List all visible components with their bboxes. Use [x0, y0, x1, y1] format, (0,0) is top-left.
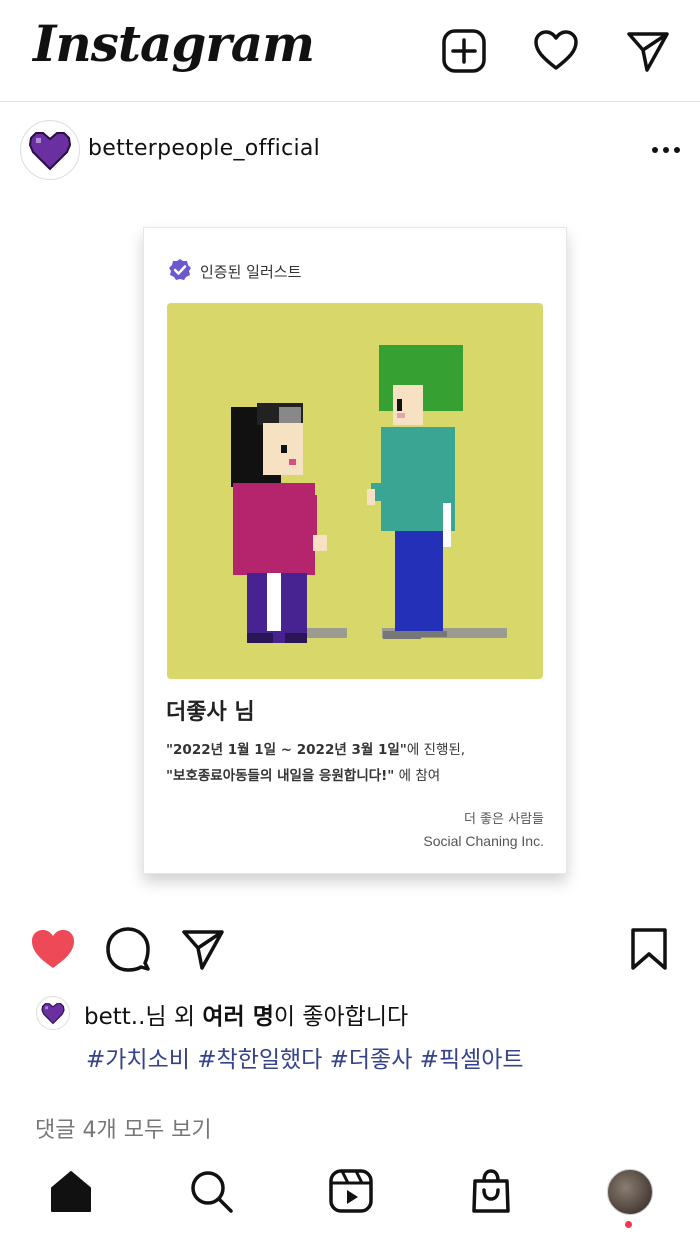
- hashtags[interactable]: #가치소비 #착한일했다 #더좋사 #픽셀아트: [86, 1040, 524, 1074]
- view-all-comments-link[interactable]: 댓글 4개 모두 보기: [35, 1112, 212, 1144]
- home-icon[interactable]: [48, 1168, 94, 1214]
- card-description-line1: "2022년 1월 1일 ~ 2022년 3월 1일"에 진행된,: [166, 738, 465, 758]
- campaign-suffix: 에 참여: [394, 768, 441, 784]
- likes-summary[interactable]: bett..님 외 여러 명이 좋아합니다: [84, 997, 408, 1031]
- notification-dot: [625, 1221, 632, 1228]
- event-period-suffix: 에 진행된,: [406, 742, 466, 758]
- pixel-art-illustration: [167, 303, 543, 679]
- likes-others-link[interactable]: 여러 명: [202, 1004, 274, 1030]
- organization-name-kr: 더 좋은 사람들: [463, 812, 544, 827]
- verified-badge-icon: [169, 259, 191, 280]
- card-description-line2: "보호종료아동들의 내일을 응원합니다!" 에 참여: [166, 764, 440, 784]
- liker-avatar[interactable]: [36, 996, 70, 1030]
- bookmark-icon[interactable]: [626, 926, 672, 972]
- top-bar: Instagram: [0, 0, 700, 102]
- event-period: "2022년 1월 1일 ~ 2022년 3월 1일": [166, 742, 407, 758]
- heart-icon[interactable]: [533, 28, 579, 74]
- likes-suffix-text: 이 좋아합니다: [273, 1004, 409, 1030]
- shop-icon[interactable]: [468, 1168, 514, 1214]
- purple-heart-icon: [28, 132, 72, 171]
- campaign-name: "보호종료아동들의 내일을 응원합니다!": [166, 768, 395, 784]
- liker-name[interactable]: bett..: [84, 1004, 145, 1030]
- card-title: 더좋사 님: [166, 700, 255, 725]
- likes-middle-text: 님 외: [145, 1004, 203, 1030]
- reels-icon[interactable]: [328, 1168, 374, 1214]
- direct-message-icon[interactable]: [625, 28, 671, 74]
- organization-name-en: Social Chaning Inc.: [423, 833, 544, 849]
- purple-heart-icon: [41, 1003, 65, 1025]
- share-icon[interactable]: [180, 926, 226, 972]
- comment-icon[interactable]: [105, 926, 151, 972]
- post-username[interactable]: betterpeople_official: [88, 136, 320, 161]
- verified-label: 인증된 일러스트: [200, 263, 302, 281]
- search-icon[interactable]: [188, 1168, 234, 1214]
- post-author-avatar[interactable]: [20, 120, 80, 180]
- instagram-logo[interactable]: Instagram: [33, 14, 315, 73]
- profile-avatar[interactable]: [607, 1169, 653, 1215]
- like-heart-icon[interactable]: [30, 926, 76, 972]
- new-post-icon[interactable]: [441, 28, 487, 74]
- post-image-card[interactable]: 인증된 일러스트 더좋사 님 "2022년 1월 1일 ~ 2022년 3월 1…: [143, 227, 567, 874]
- more-options-icon[interactable]: [650, 138, 682, 162]
